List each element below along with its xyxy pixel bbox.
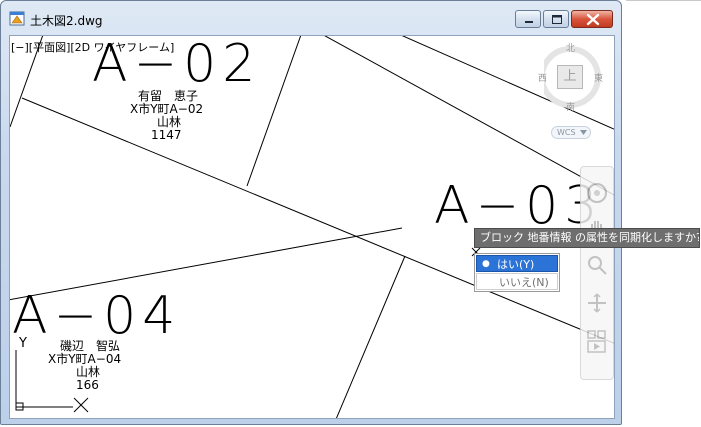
compass-east[interactable]: 東 [594, 71, 603, 84]
minimize-icon [525, 21, 533, 23]
parcel-id-a04: A−04 [12, 286, 182, 346]
prompt-options-menu: ● はい(Y) いいえ(N) [474, 253, 560, 292]
parcel-area-a04: 166 [76, 378, 99, 392]
wcs-menu-button[interactable]: WCS [551, 126, 591, 139]
compass-west[interactable]: 西 [538, 71, 547, 84]
minimize-button[interactable] [515, 10, 541, 28]
zoom-extents-icon[interactable] [585, 253, 609, 277]
maximize-icon [552, 15, 562, 24]
wcs-label: WCS [557, 128, 576, 137]
compass-north[interactable]: 北 [566, 41, 575, 54]
parcel-owner-a02: 有留 恵子 [138, 89, 199, 103]
parcel-id-a02: A−02 [92, 35, 262, 94]
parcel-address-a04: X市Y町A−04 [48, 352, 122, 366]
maximize-button[interactable] [543, 10, 569, 28]
viewcube-top-face[interactable]: 上 [557, 65, 583, 89]
background-edge [626, 0, 701, 1]
title-bar[interactable]: 土木図2.dwg [1, 1, 621, 35]
chevron-down-icon [580, 130, 587, 135]
parcel-landuse-a02: 山林 [157, 115, 182, 129]
ucs-y-label: Y [19, 336, 27, 351]
navigation-bar [580, 166, 614, 380]
close-icon [586, 13, 600, 26]
selected-bullet-icon: ● [482, 259, 490, 269]
parcel-address-a02: X市Y町A−02 [130, 102, 204, 116]
parcel-id-a03: A−03 [434, 176, 604, 236]
parcel-landuse-a04: 山林 [76, 365, 101, 379]
sync-attributes-prompt: ブロック 地番情報 の属性を同期化しますか? [474, 228, 700, 248]
parcel-area-a02: 1147 [151, 128, 182, 142]
drawing-window: 土木図2.dwg [−][平面図][2D ワイヤフレーム] A−02 有留 恵子… [0, 0, 622, 425]
compass-south[interactable]: 南 [566, 100, 575, 113]
window-title: 土木図2.dwg [30, 14, 103, 28]
steering-wheel-icon[interactable] [585, 181, 609, 205]
autocad-file-icon [9, 11, 25, 26]
option-yes[interactable]: ● はい(Y) [476, 255, 558, 272]
showmotion-icon[interactable] [585, 329, 609, 355]
option-no-label: いいえ(N) [499, 276, 549, 289]
close-button[interactable] [571, 10, 613, 28]
option-yes-label: はい(Y) [497, 258, 535, 271]
orbit-icon[interactable] [585, 291, 609, 315]
option-no[interactable]: いいえ(N) [476, 273, 558, 290]
parcel-owner-a04: 磯辺 智弘 [60, 339, 121, 353]
viewcube[interactable]: 北 南 東 西 上 WCS [538, 38, 614, 142]
drawing-canvas[interactable]: [−][平面図][2D ワイヤフレーム] A−02 有留 恵子 X市Y町A−02… [9, 35, 615, 419]
screen: 土木図2.dwg [−][平面図][2D ワイヤフレーム] A−02 有留 恵子… [0, 0, 701, 427]
boundary-line [335, 255, 406, 418]
